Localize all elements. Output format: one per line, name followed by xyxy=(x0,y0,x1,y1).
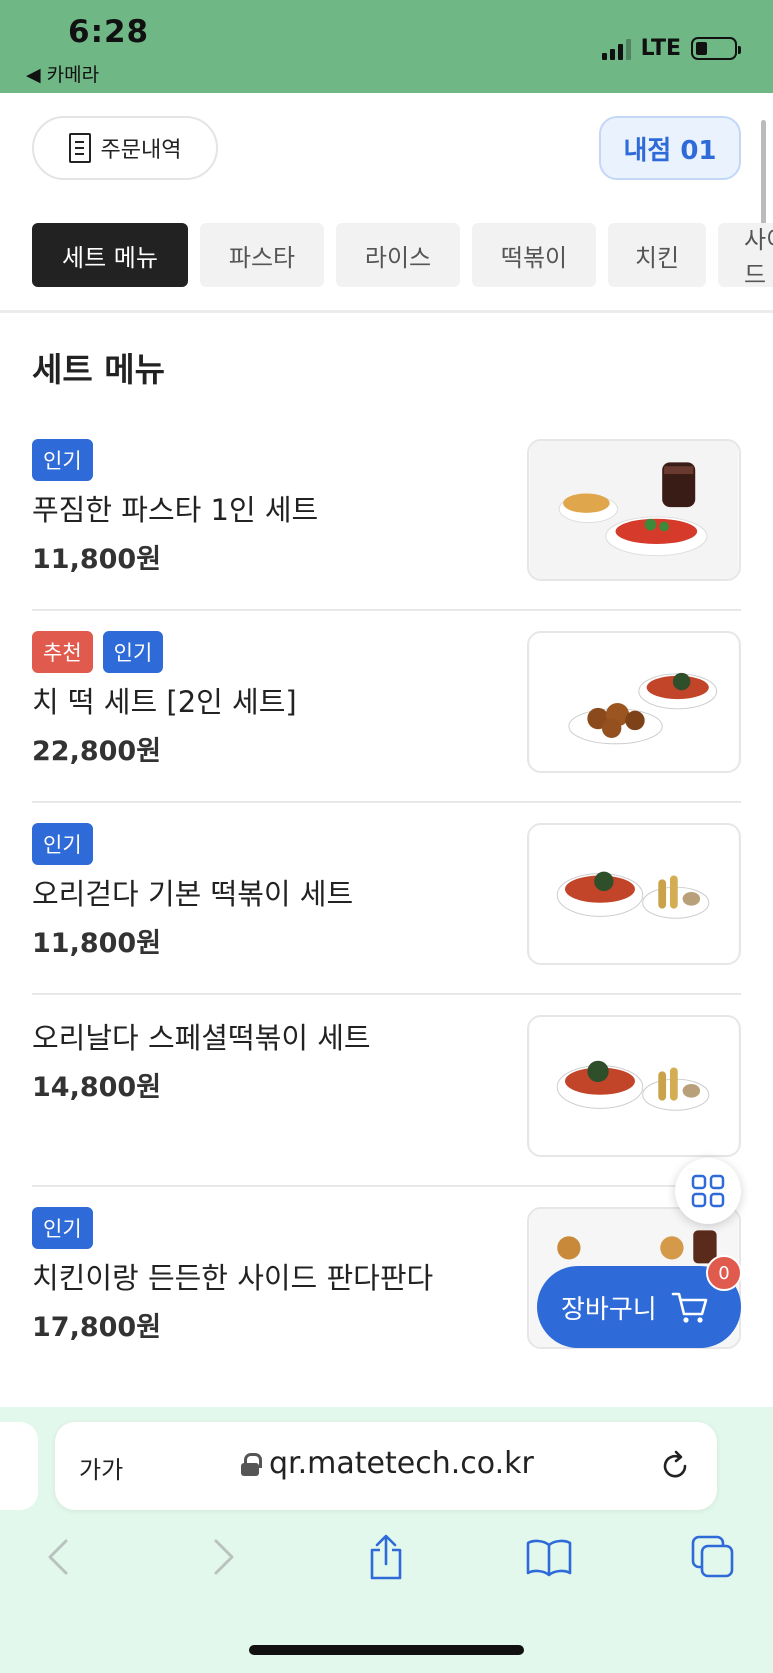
badge-group: 인기 xyxy=(32,1207,93,1249)
status-time: 6:28 xyxy=(68,14,150,50)
tab-pasta[interactable]: 파스타 xyxy=(200,223,324,287)
grid-icon xyxy=(691,1174,725,1208)
menu-item[interactable]: 인기 오리걷다 기본 떡볶이 세트 11,800원 xyxy=(32,803,741,995)
tab-tteokbokki[interactable]: 떡볶이 xyxy=(472,223,596,287)
menu-item[interactable]: 오리날다 스페셜떡볶이 세트 14,800원 xyxy=(32,995,741,1187)
popular-badge: 인기 xyxy=(32,1207,93,1249)
item-name: 오리걷다 기본 떡볶이 세트 xyxy=(32,877,354,911)
network-label: LTE xyxy=(640,36,681,61)
signal-icon xyxy=(601,38,631,60)
previous-tab[interactable] xyxy=(0,1422,38,1510)
tabs-icon xyxy=(691,1535,734,1578)
back-to-app-link[interactable]: ◀ 카메라 xyxy=(26,60,99,87)
reload-icon[interactable] xyxy=(657,1448,693,1484)
cart-count-badge: 0 xyxy=(706,1255,742,1291)
browser-toolbar: 가가 qr.matetech.co.kr xyxy=(0,1407,773,1673)
badge-group: 추천 인기 xyxy=(32,631,164,673)
item-name: 치킨이랑 든든한 사이드 판다판다 xyxy=(32,1261,434,1295)
battery-icon xyxy=(691,37,741,60)
menu-item[interactable]: 인기 푸짐한 파스타 1인 세트 11,800원 xyxy=(32,419,741,611)
url-text: qr.matetech.co.kr xyxy=(269,1446,534,1481)
browser-nav-toolbar xyxy=(0,1532,773,1592)
tabs-button[interactable] xyxy=(688,1532,738,1582)
category-tabs: 세트 메뉴 파스타 라이스 떡볶이 치킨 사이드 xyxy=(32,223,773,287)
item-price: 22,800원 xyxy=(32,736,162,767)
tabs-divider xyxy=(0,310,773,313)
chevron-left-icon xyxy=(48,1539,68,1575)
tab-rice[interactable]: 라이스 xyxy=(336,223,460,287)
item-price: 14,800원 xyxy=(32,1072,162,1103)
item-name: 치 떡 세트 [2인 세트] xyxy=(32,685,297,719)
status-indicators: LTE xyxy=(601,36,741,61)
item-photo[interactable] xyxy=(527,1015,741,1157)
recommend-badge: 추천 xyxy=(32,631,93,673)
home-indicator[interactable] xyxy=(249,1645,524,1655)
item-price: 11,800원 xyxy=(32,928,162,959)
share-icon xyxy=(370,1534,402,1580)
item-name: 푸짐한 파스타 1인 세트 xyxy=(32,493,319,527)
tab-set-menu[interactable]: 세트 메뉴 xyxy=(32,223,188,287)
book-icon xyxy=(526,1539,572,1577)
cart-icon xyxy=(671,1292,707,1323)
order-history-button[interactable]: 주문내역 xyxy=(32,116,218,180)
status-bar: 6:28 ◀ 카메라 LTE xyxy=(0,0,773,93)
chevron-right-icon xyxy=(214,1539,234,1575)
popular-badge: 인기 xyxy=(32,439,93,481)
receipt-icon xyxy=(68,133,91,163)
item-name: 오리날다 스페셜떡볶이 세트 xyxy=(32,1021,371,1055)
popular-badge: 인기 xyxy=(32,823,93,865)
item-photo[interactable] xyxy=(527,631,741,773)
text-size-button[interactable]: 가가 xyxy=(79,1450,123,1485)
table-number-badge: 내점 01 xyxy=(599,116,741,180)
back-button[interactable] xyxy=(33,1532,83,1582)
url-display[interactable]: qr.matetech.co.kr xyxy=(241,1446,534,1481)
item-photo[interactable] xyxy=(527,823,741,965)
grid-menu-button[interactable] xyxy=(675,1158,741,1224)
badge-group: 인기 xyxy=(32,439,93,481)
order-history-label: 주문내역 xyxy=(100,138,182,163)
item-photo[interactable] xyxy=(527,439,741,581)
cart-label: 장바구니 xyxy=(561,1294,657,1325)
tab-chicken[interactable]: 치킨 xyxy=(608,223,706,287)
badge-group: 인기 xyxy=(32,823,93,865)
forward-button[interactable] xyxy=(199,1532,249,1582)
popular-badge: 인기 xyxy=(102,631,164,673)
address-bar[interactable]: 가가 qr.matetech.co.kr xyxy=(55,1422,717,1510)
item-price: 11,800원 xyxy=(32,544,162,575)
section-title: 세트 메뉴 xyxy=(32,350,165,389)
tab-side[interactable]: 사이드 xyxy=(718,223,773,287)
bookmarks-button[interactable] xyxy=(524,1532,574,1582)
share-button[interactable] xyxy=(361,1532,411,1582)
menu-item[interactable]: 추천 인기 치 떡 세트 [2인 세트] 22,800원 xyxy=(32,611,741,803)
lock-icon xyxy=(241,1452,262,1476)
item-price: 17,800원 xyxy=(32,1312,162,1343)
